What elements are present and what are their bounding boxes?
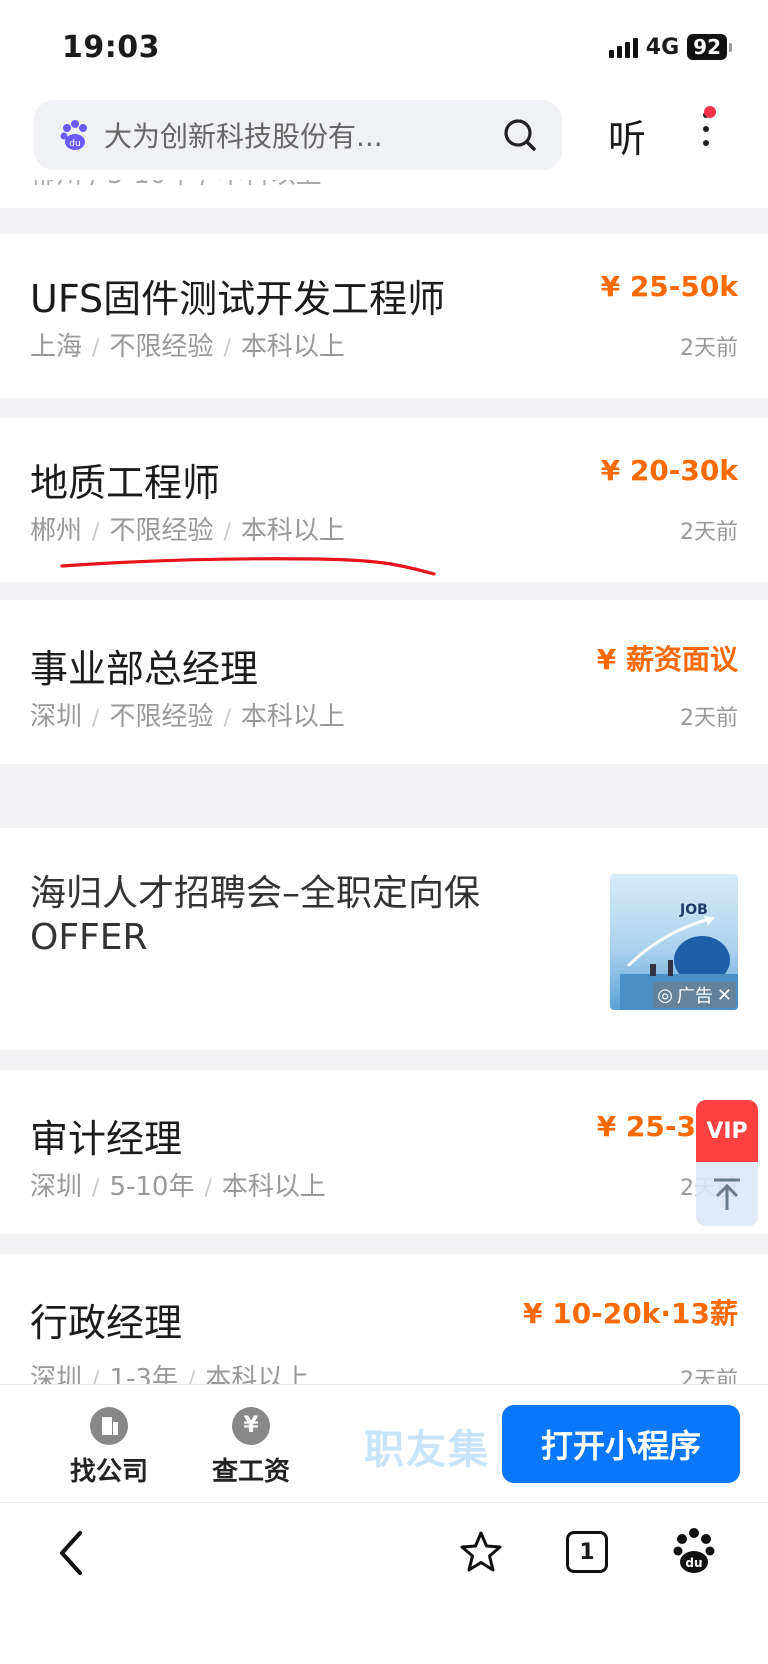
job-list: 郴州 / 5-10年 / 本科以上 UFS固件测试开发工程师 ¥ 25-50k … [0,180,768,1384]
svg-text:JOB: JOB [679,902,708,918]
close-icon[interactable]: ✕ [717,985,732,1006]
arrow-up-icon [714,1178,740,1210]
more-options-button[interactable] [696,106,716,160]
yen-icon: ¥ [232,1407,270,1445]
check-salary-button[interactable]: ¥ 查工资 [206,1407,296,1488]
status-time: 19:03 [62,30,160,65]
check-salary-label: 查工资 [211,1457,290,1487]
job-education: 本科以上 [221,1172,326,1202]
job-meta: 上海 / 不限经验 / 本科以上 [30,332,345,362]
job-item[interactable]: 行政经理 ¥ 10-20k·13薪 深圳/1-3年 / 本科以上 2天前 [0,1254,768,1384]
job-education: 本科以上 [240,516,345,546]
battery-level: 92 [687,34,727,60]
job-experience: 不限经验 [109,702,214,732]
status-bar: 19:03 4G 92 [0,0,768,92]
find-company-label: 找公司 [69,1457,148,1487]
ad-title: 海归人才招聘会–全职定向保OFFER [30,873,481,958]
ad-badge[interactable]: ◎ 广告 ✕ [653,982,736,1008]
ad-image[interactable]: JOB ◎ 广告 ✕ [610,874,738,1010]
job-education: 本科以上 [240,702,345,732]
vip-button[interactable]: VIP [696,1100,758,1162]
job-city: 深圳 [30,1172,83,1202]
search-icon[interactable] [500,115,540,155]
job-item[interactable]: 事业部总经理 ¥ 薪资面议 深圳 / 不限经验 / 本科以上 2天前 [0,600,768,764]
baidu-paw-icon[interactable]: du [670,1525,718,1577]
search-input[interactable]: 大为创新科技股份有... [104,115,500,155]
job-salary: ¥ 25-3 [596,1110,696,1143]
job-meta: 深圳 / 不限经验 / 本科以上 [30,702,345,732]
job-title: 事业部总经理 [30,647,259,691]
network-type: 4G [645,34,680,60]
job-salary: ¥ 20-30k [600,454,738,487]
job-posted-time: 2天前 [680,1368,738,1384]
star-icon[interactable] [458,1529,504,1575]
job-city: 深圳 [30,702,83,732]
job-posted-time: 2天前 [680,706,738,731]
tabs-button[interactable]: 1 [566,1531,608,1573]
job-title: UFS固件测试开发工程师 [30,277,446,321]
job-city: 郴州 [30,516,83,546]
job-experience: 5-10年 [109,1172,195,1202]
partial-list-item[interactable]: 郴州 / 5-10年 / 本科以上 [0,180,768,208]
job-item[interactable]: 地质工程师 ¥ 20-30k 郴州 / 不限经验 / 本科以上 2天前 [0,418,768,582]
svg-text:du: du [69,139,80,149]
brand-logo-text: 职友集 [364,1427,490,1473]
building-icon [90,1407,128,1445]
ad-item[interactable]: 海归人才招聘会–全职定向保OFFER JOB ◎ 广告 ✕ [0,828,768,1050]
job-meta: 深圳/1-3年 / 本科以上 [30,1358,309,1384]
open-miniprogram-button[interactable]: 打开小程序 [502,1405,740,1483]
signal-icon [608,36,638,58]
job-salary: ¥ 10-20k·13薪 [522,1297,738,1330]
job-city: 深圳 [30,1364,83,1384]
job-salary: ¥ 25-50k [600,270,738,303]
job-city: 上海 [30,332,83,362]
job-item[interactable]: UFS固件测试开发工程师 ¥ 25-50k 上海 / 不限经验 / 本科以上 2天前 [0,234,768,398]
job-item[interactable]: 审计经理 ¥ 25-3 深圳/5-10年/本科以上 2天前 [0,1070,768,1234]
job-experience: 不限经验 [109,332,214,362]
ad-label: 广告 [676,986,713,1007]
job-title: 地质工程师 [30,461,221,505]
notification-dot [704,106,716,118]
red-underline-annotation [60,557,436,576]
ad-icon: ◎ [657,984,673,1006]
back-to-top-button[interactable] [696,1162,758,1226]
job-title: 审计经理 [30,1117,183,1161]
baidu-paw-icon: du [60,120,87,150]
job-posted-time: 2天前 [680,336,738,361]
listen-button[interactable]: 听 [608,108,646,163]
action-bar: 找公司 ¥ 查工资 职友集 打开小程序 [0,1384,768,1502]
job-meta: 郴州 / 不限经验 / 本科以上 [30,516,345,546]
back-arrow-icon[interactable] [52,1527,92,1579]
home-indicator [248,1640,520,1650]
find-company-button[interactable]: 找公司 [64,1407,154,1488]
bottom-navigation: 1 du [0,1502,768,1664]
job-meta: 深圳/5-10年 / 本科以上 [30,1172,326,1202]
job-posted-time: 2天前 [680,520,738,545]
job-education: 本科以上 [240,332,345,362]
battery-icon: 92 [687,34,732,60]
status-indicators: 4G 92 [608,34,732,60]
job-salary: ¥ 薪资面议 [596,643,738,676]
svg-text:du: du [685,1556,702,1570]
job-experience: 不限经验 [109,516,214,546]
job-meta: 郴州 / 5-10年 / 本科以上 [30,180,322,191]
job-experience: 1-3年 [109,1364,178,1384]
search-header: du 大为创新科技股份有... 听 [0,92,768,180]
job-education: 本科以上 [205,1364,310,1384]
search-box[interactable]: du 大为创新科技股份有... [34,100,562,170]
job-title: 行政经理 [30,1301,183,1345]
